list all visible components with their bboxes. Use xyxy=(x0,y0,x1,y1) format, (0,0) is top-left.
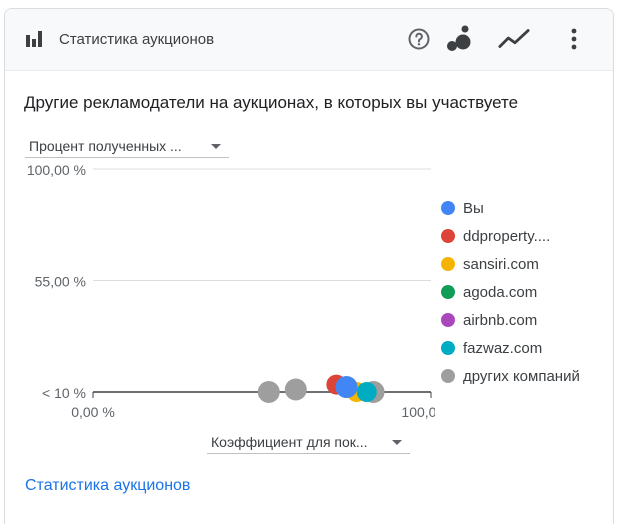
legend-label: fazwaz.com xyxy=(463,339,543,357)
legend-label: airbnb.com xyxy=(463,311,538,329)
auction-insights-card: Статистика аукционов Другие рекламодател… xyxy=(4,8,614,524)
chart-subtitle: Другие рекламодатели на аукционах, в кот… xyxy=(24,93,519,112)
more-vert-icon[interactable] xyxy=(558,23,590,55)
legend-label: других компаний xyxy=(463,367,580,385)
y-tick-label: 55,00 % xyxy=(35,274,86,290)
legend-swatch xyxy=(441,313,455,327)
legend-item[interactable]: fazwaz.com xyxy=(441,334,580,362)
legend-item[interactable]: Вы xyxy=(441,194,580,222)
y-metric-dropdown[interactable]: Процент полученных ... xyxy=(25,135,229,158)
scatter-chart: 100,00 % 55,00 % < 10 % 0,00 % 100,00 % xyxy=(27,162,435,420)
legend-item[interactable]: других компаний xyxy=(441,362,580,390)
card-header: Статистика аукционов xyxy=(5,9,613,71)
x-tick-label: 100,00 % xyxy=(401,404,435,420)
legend-swatch xyxy=(441,369,455,383)
scatter-point[interactable] xyxy=(284,378,307,401)
legend-item[interactable]: airbnb.com xyxy=(441,306,580,334)
line-chart-icon[interactable] xyxy=(498,23,530,55)
bar-chart-icon xyxy=(25,30,43,48)
y-tick-label: < 10 % xyxy=(42,385,86,401)
card-title: Статистика аукционов xyxy=(59,31,215,48)
legend-label: Вы xyxy=(463,199,484,217)
legend-swatch xyxy=(441,285,455,299)
dropdown-caret-icon xyxy=(211,143,221,149)
help-icon[interactable] xyxy=(403,23,435,55)
bubble-chart-icon[interactable] xyxy=(443,23,475,55)
legend-item[interactable]: sansiri.com xyxy=(441,250,580,278)
x-metric-dropdown[interactable]: Коэффициент для пок... xyxy=(207,431,410,454)
y-metric-label: Процент полученных ... xyxy=(29,138,182,154)
x-metric-label: Коэффициент для пок... xyxy=(211,434,368,450)
legend-swatch xyxy=(441,201,455,215)
legend-label: agoda.com xyxy=(463,283,538,301)
scatter-point[interactable] xyxy=(335,376,358,399)
legend-item[interactable]: agoda.com xyxy=(441,278,580,306)
y-tick-label: 100,00 % xyxy=(27,162,86,178)
chart-legend: Вы ddproperty.... sansiri.com agoda.com airb… xyxy=(441,194,580,390)
legend-label: ddproperty.... xyxy=(463,227,551,245)
legend-item[interactable]: ddproperty.... xyxy=(441,222,580,250)
legend-label: sansiri.com xyxy=(463,255,539,273)
scatter-point[interactable] xyxy=(257,381,280,403)
legend-swatch xyxy=(441,229,455,243)
dropdown-caret-icon xyxy=(392,439,402,445)
x-tick-label: 0,00 % xyxy=(71,404,115,420)
auction-insights-link[interactable]: Статистика аукционов xyxy=(25,477,190,495)
legend-swatch xyxy=(441,257,455,271)
scatter-point[interactable] xyxy=(356,382,377,402)
legend-swatch xyxy=(441,341,455,355)
